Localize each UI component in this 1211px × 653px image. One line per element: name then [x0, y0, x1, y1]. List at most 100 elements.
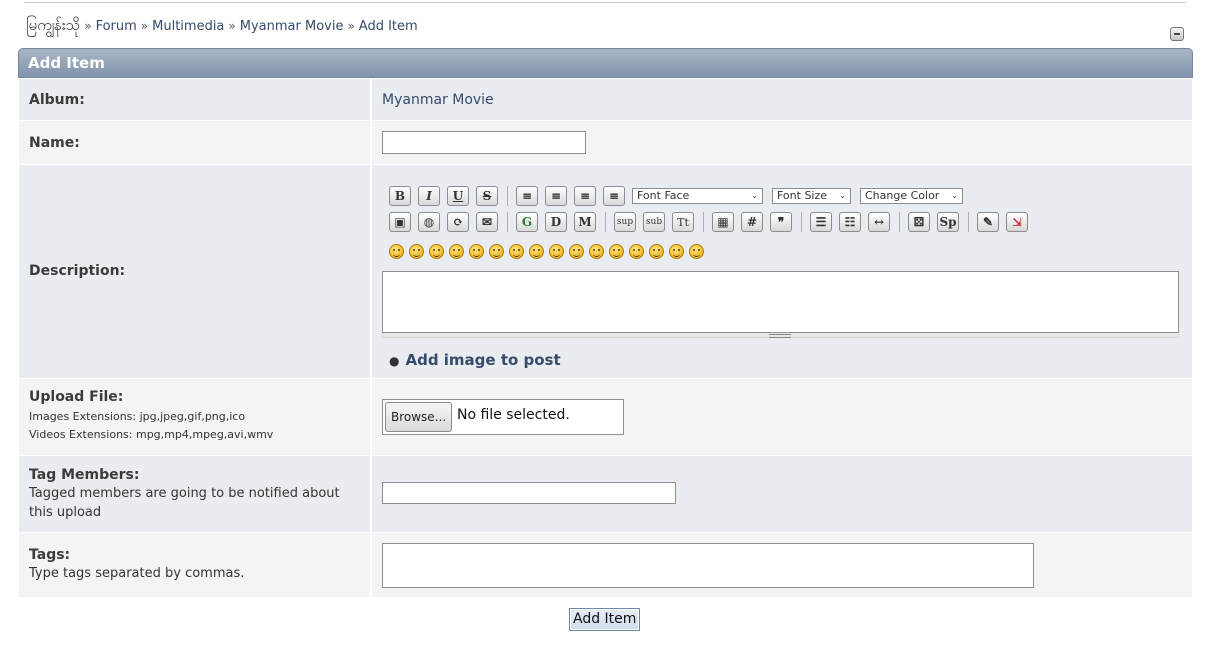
- insert-table-button[interactable]: ▦: [712, 212, 734, 232]
- tags-input[interactable]: [382, 543, 1034, 588]
- smiley-icon[interactable]: [489, 244, 504, 259]
- source-mode-button[interactable]: ⇲: [1006, 212, 1028, 232]
- numbered-list-icon: ☷: [844, 215, 856, 229]
- superscript-button[interactable]: sup: [614, 212, 636, 232]
- upload-label: Upload File:: [29, 389, 124, 405]
- font-size-select[interactable]: Font Size ⌄: [772, 188, 851, 204]
- font-face-select[interactable]: Font Face ⌄: [632, 188, 763, 204]
- breadcrumb-separator: »: [84, 19, 92, 33]
- insert-media-button[interactable]: ⟳: [447, 212, 469, 232]
- cursor-icon: ⇲: [1011, 215, 1023, 229]
- breadcrumb-myanmar-movie-link[interactable]: Myanmar Movie: [240, 19, 344, 34]
- section-title: Add Item: [28, 54, 105, 72]
- strike-button[interactable]: S: [476, 186, 498, 206]
- name-label: Name:: [29, 135, 80, 151]
- smiley-icon[interactable]: [529, 244, 544, 259]
- smiley-icon[interactable]: [629, 244, 644, 259]
- smiley-icon[interactable]: [589, 244, 604, 259]
- tag-members-input[interactable]: [382, 482, 676, 504]
- smiley-icon[interactable]: [429, 244, 444, 259]
- breadcrumb: မြကျွန်းသို» Forum» Multimedia» Myanmar Mov…: [26, 16, 418, 38]
- smiley-icon[interactable]: [569, 244, 584, 259]
- dice-button[interactable]: ⚄: [908, 212, 930, 232]
- section-header: Add Item: [18, 48, 1193, 78]
- smiley-icon[interactable]: [609, 244, 624, 259]
- add-item-button[interactable]: Add Item: [569, 608, 641, 631]
- tag-members-label-cell: Tag Members: Tagged members are going to…: [19, 456, 371, 532]
- spoiler-button[interactable]: Sp: [937, 212, 959, 232]
- breadcrumb-separator: »: [347, 19, 355, 33]
- bold-button[interactable]: B: [389, 186, 411, 206]
- more-button[interactable]: M: [574, 212, 596, 232]
- italic-button[interactable]: I: [418, 186, 440, 206]
- file-input[interactable]: Browse... No file selected.: [382, 399, 624, 435]
- quote-icon: ❞: [777, 215, 785, 229]
- quote-button[interactable]: ❞: [770, 212, 792, 232]
- name-value-cell: [372, 121, 1192, 164]
- smiley-icon[interactable]: [409, 244, 424, 259]
- upload-row: Upload File: Images Extensions: jpg,jpeg…: [19, 379, 1192, 456]
- insert-email-button[interactable]: ✉: [476, 212, 498, 232]
- breadcrumb-multimedia-link[interactable]: Multimedia: [152, 19, 224, 34]
- editor-resize-handle[interactable]: [382, 333, 1179, 338]
- add-image-link[interactable]: ● Add image to post: [389, 351, 561, 369]
- collapse-icon[interactable]: [1170, 27, 1184, 41]
- underline-button[interactable]: U: [447, 186, 469, 206]
- table-icon: ▦: [717, 215, 729, 229]
- horizontal-rule-icon: ↔: [873, 215, 885, 229]
- tags-value-cell: [372, 533, 1192, 597]
- browse-button[interactable]: Browse...: [385, 402, 453, 432]
- bullet-list-button[interactable]: ☰: [810, 212, 832, 232]
- globe-icon: ◍: [423, 215, 435, 229]
- toolbar-divider: [899, 212, 900, 232]
- smiley-icon[interactable]: [389, 244, 404, 259]
- smiley-icon[interactable]: [469, 244, 484, 259]
- add-image-label: Add image to post: [405, 351, 561, 369]
- smiley-icon[interactable]: [449, 244, 464, 259]
- align-left-icon: ≡: [521, 189, 533, 203]
- smiley-bar: [389, 244, 709, 259]
- numbered-list-button[interactable]: ☷: [839, 212, 861, 232]
- insert-image-button[interactable]: ▣: [389, 212, 411, 232]
- spellcheck-button[interactable]: ✎: [977, 212, 999, 232]
- breadcrumb-home-link[interactable]: မြကျွန်းသို: [26, 16, 80, 34]
- album-value-cell: Myanmar Movie: [372, 79, 1192, 120]
- breadcrumb-forum-link[interactable]: Forum: [96, 19, 137, 34]
- smiley-icon[interactable]: [649, 244, 664, 259]
- youtube-button[interactable]: D: [545, 212, 567, 232]
- bullet-icon: ●: [389, 354, 400, 368]
- change-color-label: Change Color: [865, 189, 940, 202]
- align-right-icon: ≡: [608, 189, 620, 203]
- smiley-icon[interactable]: [689, 244, 704, 259]
- top-divider: [24, 2, 1186, 3]
- tags-desc: Type tags separated by commas.: [29, 566, 245, 581]
- font-face-label: Font Face: [637, 189, 690, 202]
- smiley-icon[interactable]: [509, 244, 524, 259]
- align-center-button[interactable]: ≡: [574, 186, 596, 206]
- change-color-select[interactable]: Change Color ⌄: [860, 188, 963, 204]
- align-justify-button[interactable]: ≡: [545, 186, 567, 206]
- bullet-list-icon: ☰: [815, 215, 827, 229]
- refresh-icon: ⟳: [452, 215, 464, 229]
- insert-link-button[interactable]: ◍: [418, 212, 440, 232]
- description-textarea[interactable]: [382, 271, 1179, 333]
- teletype-button[interactable]: Tt: [672, 212, 694, 232]
- align-justify-icon: ≡: [550, 189, 562, 203]
- horizontal-rule-button[interactable]: ↔: [868, 212, 890, 232]
- toolbar-divider: [703, 212, 704, 232]
- code-button[interactable]: #: [741, 212, 763, 232]
- align-left-button[interactable]: ≡: [516, 186, 538, 206]
- align-right-button[interactable]: ≡: [603, 186, 625, 206]
- subscript-button[interactable]: sub: [643, 212, 665, 232]
- chevron-down-icon: ⌄: [951, 191, 958, 200]
- align-center-icon: ≡: [579, 189, 591, 203]
- file-status: No file selected.: [457, 407, 570, 423]
- mail-icon: ✉: [481, 215, 493, 229]
- editor-toolbar-insert: ▣ ◍ ⟳ ✉ G D M sup sub Tt ▦ # ❞ ☰ ☷ ↔ ⚄ S…: [389, 212, 1035, 232]
- smiley-icon[interactable]: [549, 244, 564, 259]
- smiley-icon[interactable]: [669, 244, 684, 259]
- google-button[interactable]: G: [516, 212, 538, 232]
- name-input[interactable]: [382, 131, 586, 154]
- chevron-down-icon: ⌄: [751, 191, 758, 200]
- breadcrumb-separator: »: [140, 19, 149, 33]
